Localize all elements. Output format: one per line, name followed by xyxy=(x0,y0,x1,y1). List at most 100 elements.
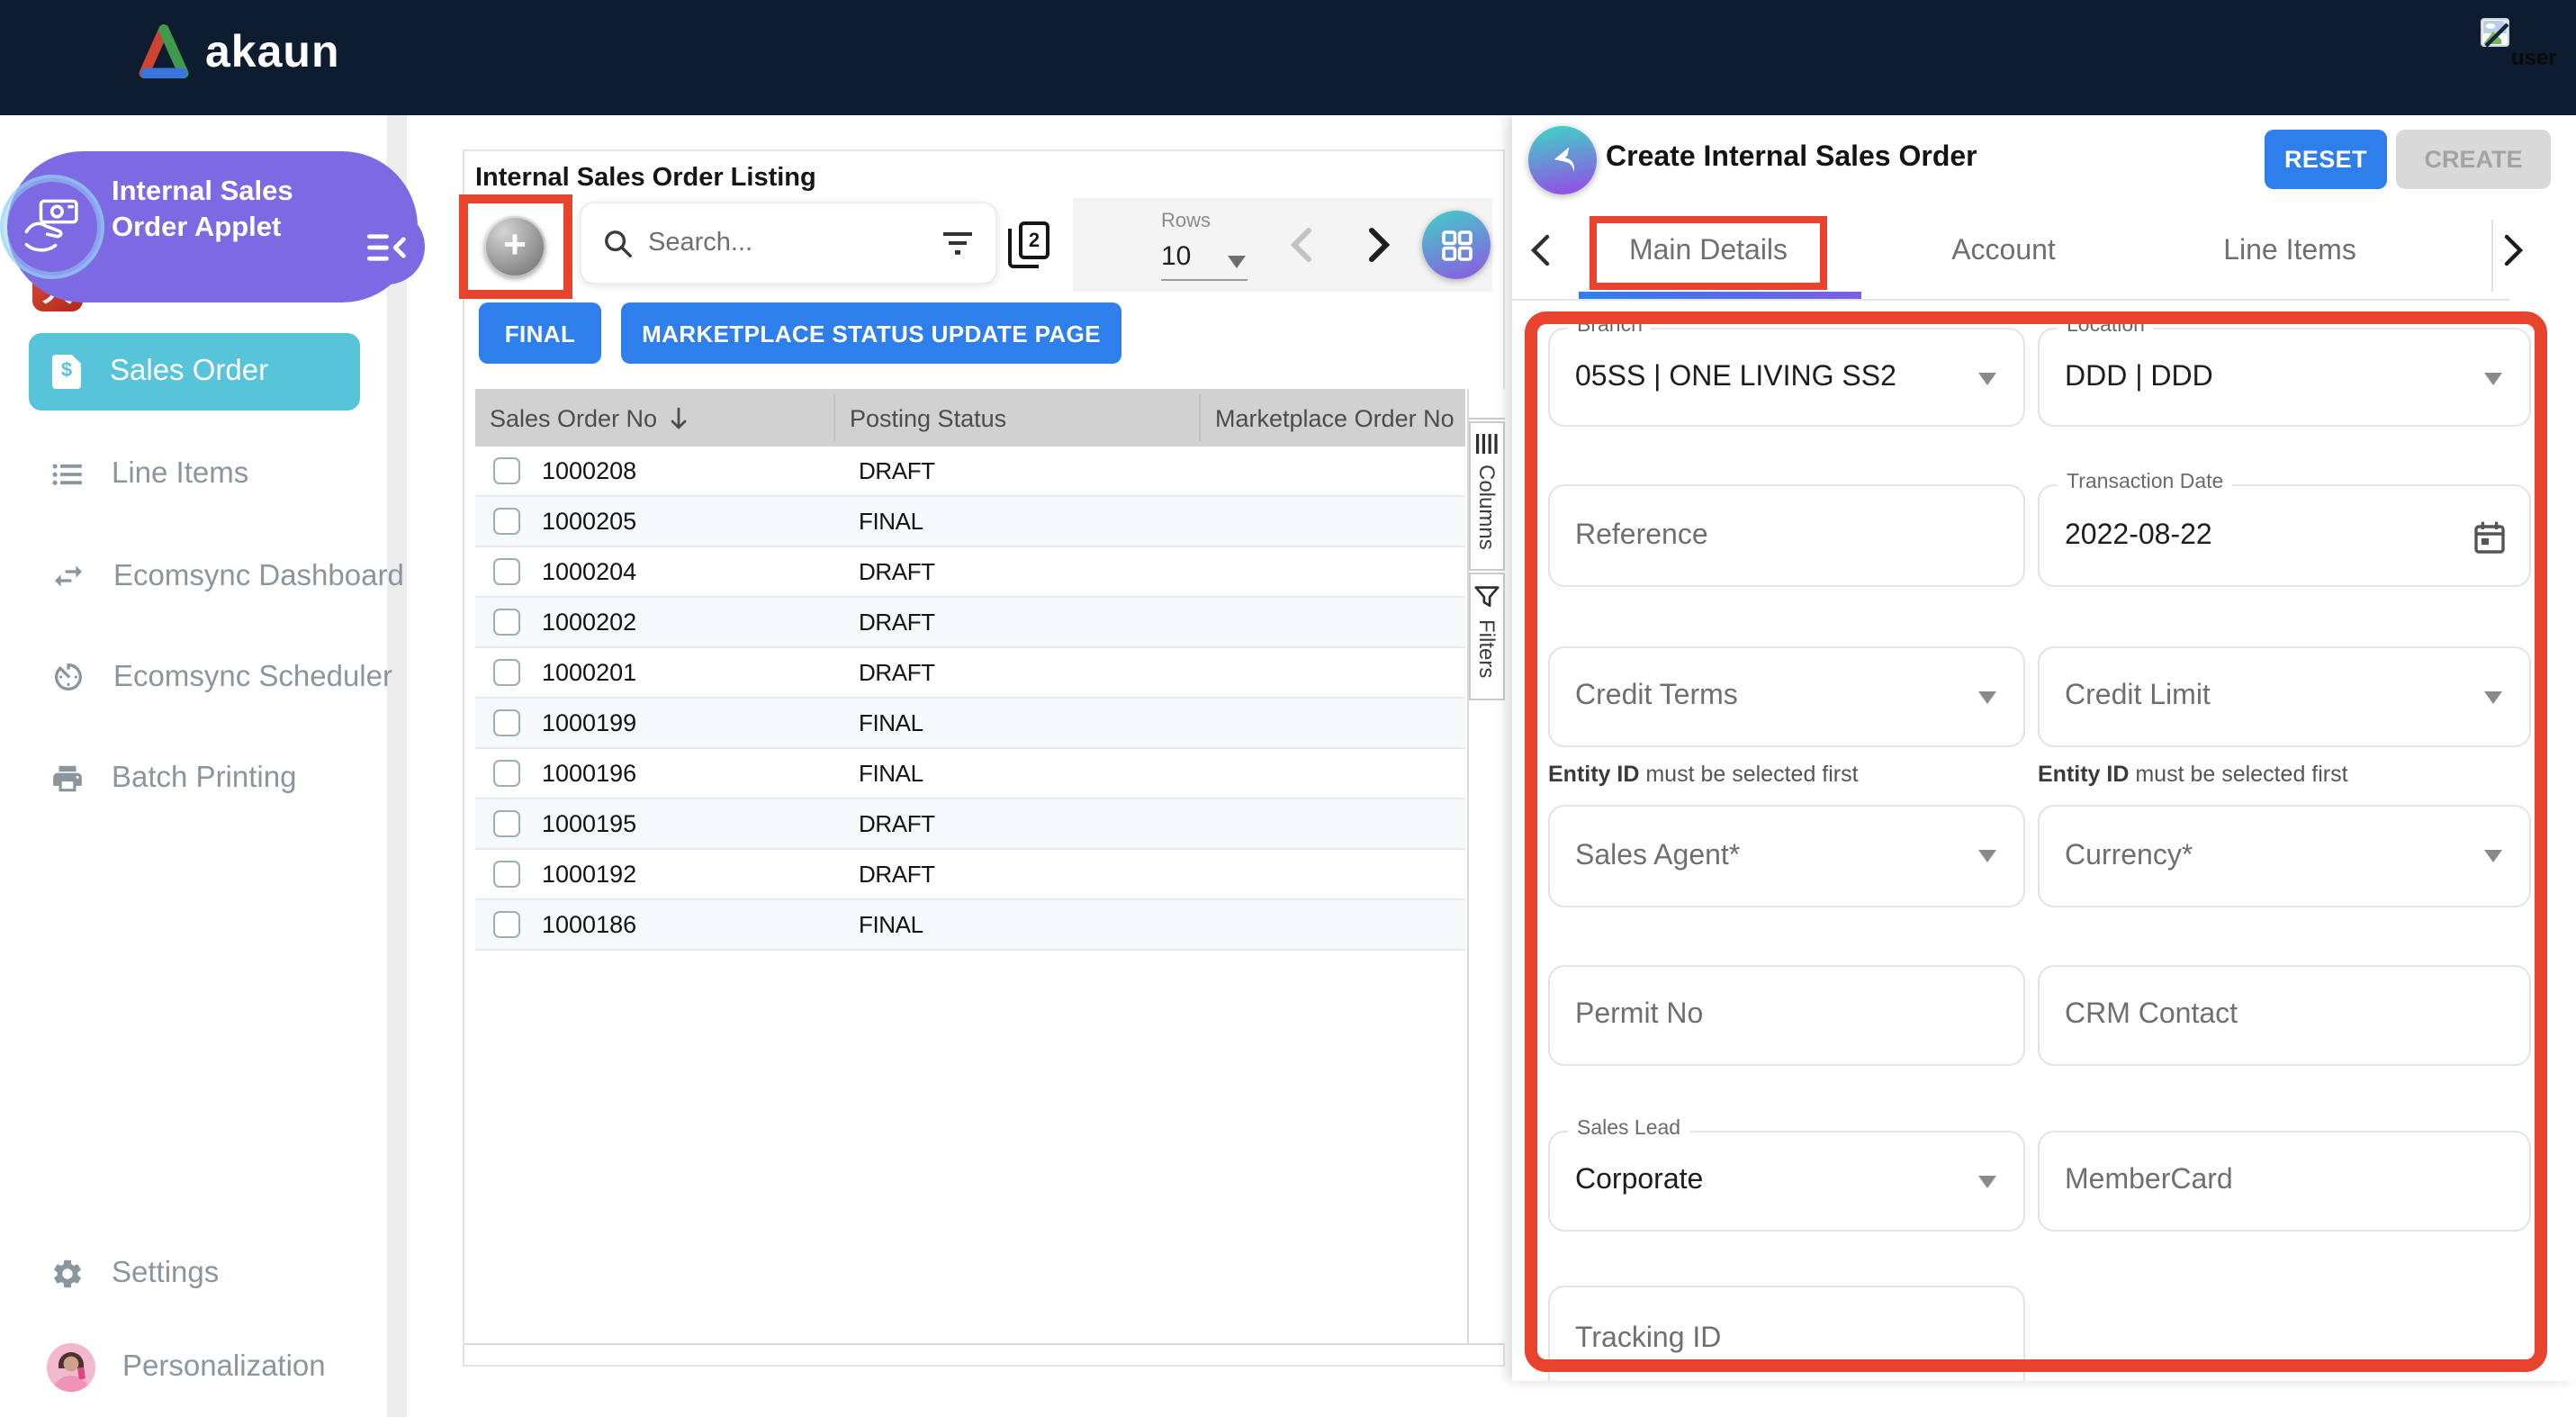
transaction-date-label: Transaction Date xyxy=(2058,472,2232,493)
sidebar-item-sales-order[interactable]: $ Sales Order xyxy=(29,333,360,411)
tab-label: Line Items xyxy=(2223,236,2356,268)
row-checkbox[interactable] xyxy=(493,558,520,585)
table-footer-divider xyxy=(464,1343,1503,1345)
column-header-sales-order-no[interactable]: Sales Order No xyxy=(490,404,657,431)
row-checkbox[interactable] xyxy=(493,911,520,938)
row-checkbox[interactable] xyxy=(493,609,520,636)
avatar xyxy=(47,1342,95,1391)
tab-line-items[interactable]: Line Items xyxy=(2182,229,2398,275)
crm-contact-field[interactable]: CRM Contact xyxy=(2038,965,2531,1066)
row-checkbox[interactable] xyxy=(493,810,520,837)
sort-desc-icon[interactable] xyxy=(670,406,688,429)
table-row[interactable]: 1000201 DRAFT xyxy=(475,648,1465,699)
crm-contact-placeholder: CRM Contact xyxy=(2065,999,2238,1032)
sales-order-no: 1000202 xyxy=(542,609,636,636)
calendar-icon[interactable] xyxy=(2473,520,2506,555)
column-header-posting-status[interactable]: Posting Status xyxy=(850,404,1006,431)
sales-order-no: 1000199 xyxy=(542,709,636,736)
tabs-divider xyxy=(1512,299,2509,301)
reset-button[interactable]: RESET xyxy=(2265,130,2387,189)
final-filter-button[interactable]: FINAL xyxy=(479,302,601,364)
table-row[interactable]: 1000205 FINAL xyxy=(475,497,1465,547)
sync-arrows-icon xyxy=(50,558,86,594)
user-menu[interactable]: user xyxy=(2481,18,2571,72)
tabs-prev-chevron[interactable] xyxy=(1530,234,1550,275)
table-row[interactable]: 1000208 DRAFT xyxy=(475,447,1465,497)
add-sales-order-button[interactable]: + xyxy=(484,216,545,277)
posting-status: FINAL xyxy=(859,760,923,787)
create-sales-order-panel: Create Internal Sales Order RESET CREATE… xyxy=(1512,115,2576,1381)
location-select[interactable]: Location DDD | DDD xyxy=(2038,328,2531,427)
sales-lead-label: Sales Lead xyxy=(1568,1118,1689,1140)
permit-no-field[interactable]: Permit No xyxy=(1548,965,2025,1066)
currency-select[interactable]: Currency* xyxy=(2038,805,2531,907)
duplicate-page-icon[interactable]: 2 xyxy=(1008,221,1049,270)
member-card-field[interactable]: MemberCard xyxy=(2038,1131,2531,1232)
sidebar-item-label: Ecomsync Scheduler xyxy=(113,660,392,694)
table-row[interactable]: 1000199 FINAL xyxy=(475,699,1465,749)
branch-value: 05SS | ONE LIVING SS2 xyxy=(1575,361,1896,393)
next-page-button[interactable] xyxy=(1365,223,1393,266)
credit-limit-select[interactable]: Credit Limit xyxy=(2038,646,2531,747)
row-checkbox[interactable] xyxy=(493,709,520,736)
credit-terms-placeholder: Credit Terms xyxy=(1575,681,1738,713)
copy-front-sheet: 2 xyxy=(1019,221,1049,259)
panel-title: Create Internal Sales Order xyxy=(1606,142,1977,175)
sidebar-item-label: Line Items xyxy=(112,456,248,491)
row-checkbox[interactable] xyxy=(493,457,520,484)
sidebar-item-settings[interactable]: Settings xyxy=(50,1251,410,1295)
tabs-next-chevron[interactable] xyxy=(2504,234,2524,275)
row-checkbox[interactable] xyxy=(493,659,520,686)
table-row[interactable]: 1000202 DRAFT xyxy=(475,598,1465,648)
transaction-date-field[interactable]: Transaction Date 2022-08-22 xyxy=(2038,484,2531,587)
broken-image-icon xyxy=(2481,18,2513,50)
columns-side-tab[interactable]: Columns xyxy=(1469,421,1505,571)
location-label: Location xyxy=(2058,315,2154,337)
branch-select[interactable]: Branch 05SS | ONE LIVING SS2 xyxy=(1548,328,2025,427)
helper-rest: must be selected first xyxy=(1639,762,1858,787)
table-row[interactable]: 1000204 DRAFT xyxy=(475,547,1465,598)
tab-main-details[interactable]: Main Details xyxy=(1590,229,1827,275)
table-row[interactable]: 1000196 FINAL xyxy=(475,749,1465,799)
pagination-bar: Rows 10 xyxy=(1073,198,1492,292)
sidebar-item-ecomsync-scheduler[interactable]: Ecomsync Scheduler xyxy=(50,655,410,699)
sidebar-item-personalization[interactable]: Personalization xyxy=(47,1345,407,1388)
sales-order-no: 1000195 xyxy=(542,810,636,837)
credit-terms-select[interactable]: Credit Terms xyxy=(1548,646,2025,747)
back-button[interactable] xyxy=(1528,126,1597,194)
grid-icon xyxy=(1441,230,1472,260)
reference-field[interactable]: Reference xyxy=(1548,484,2025,587)
marketplace-status-update-button[interactable]: MARKETPLACE STATUS UPDATE PAGE xyxy=(621,302,1121,364)
filters-side-tab[interactable]: Filters xyxy=(1469,573,1505,700)
table-row[interactable]: 1000192 DRAFT xyxy=(475,850,1465,900)
back-arrow-icon xyxy=(1543,140,1582,180)
sales-agent-select[interactable]: Sales Agent* xyxy=(1548,805,2025,907)
search-input[interactable] xyxy=(648,229,943,257)
rows-per-page-select[interactable]: 10 xyxy=(1161,241,1191,272)
tab-account[interactable]: Account xyxy=(1896,229,2112,275)
table-row[interactable]: 1000186 FINAL xyxy=(475,900,1465,951)
user-alt-text: user xyxy=(2511,45,2557,70)
sidebar-collapse-button[interactable] xyxy=(349,209,425,284)
sales-lead-select[interactable]: Sales Lead Corporate xyxy=(1548,1131,2025,1232)
applet-title-line1: Internal Sales xyxy=(112,175,392,210)
row-checkbox[interactable] xyxy=(493,760,520,787)
previous-page-button[interactable] xyxy=(1285,223,1314,266)
posting-status: DRAFT xyxy=(859,457,935,484)
column-drag-icon xyxy=(1476,434,1498,454)
sales-order-no: 1000208 xyxy=(542,457,636,484)
sidebar-item-ecomsync-dashboard[interactable]: Ecomsync Dashboard xyxy=(50,555,410,598)
row-checkbox[interactable] xyxy=(493,508,520,535)
column-header-marketplace-order-no[interactable]: Marketplace Order No xyxy=(1215,404,1455,431)
rows-caret-icon[interactable] xyxy=(1228,256,1246,268)
table-row[interactable]: 1000195 DRAFT xyxy=(475,799,1465,850)
row-checkbox[interactable] xyxy=(493,861,520,888)
sidebar-item-line-items[interactable]: Line Items xyxy=(50,452,410,495)
grid-view-button[interactable] xyxy=(1422,211,1491,279)
tracking-id-field[interactable]: Tracking ID xyxy=(1548,1286,2025,1381)
copy-count: 2 xyxy=(1029,230,1040,251)
hand-money-icon xyxy=(20,196,85,257)
create-button[interactable]: CREATE xyxy=(2396,130,2551,189)
filter-list-icon[interactable] xyxy=(943,231,974,255)
sidebar-item-batch-printing[interactable]: Batch Printing xyxy=(50,756,410,799)
